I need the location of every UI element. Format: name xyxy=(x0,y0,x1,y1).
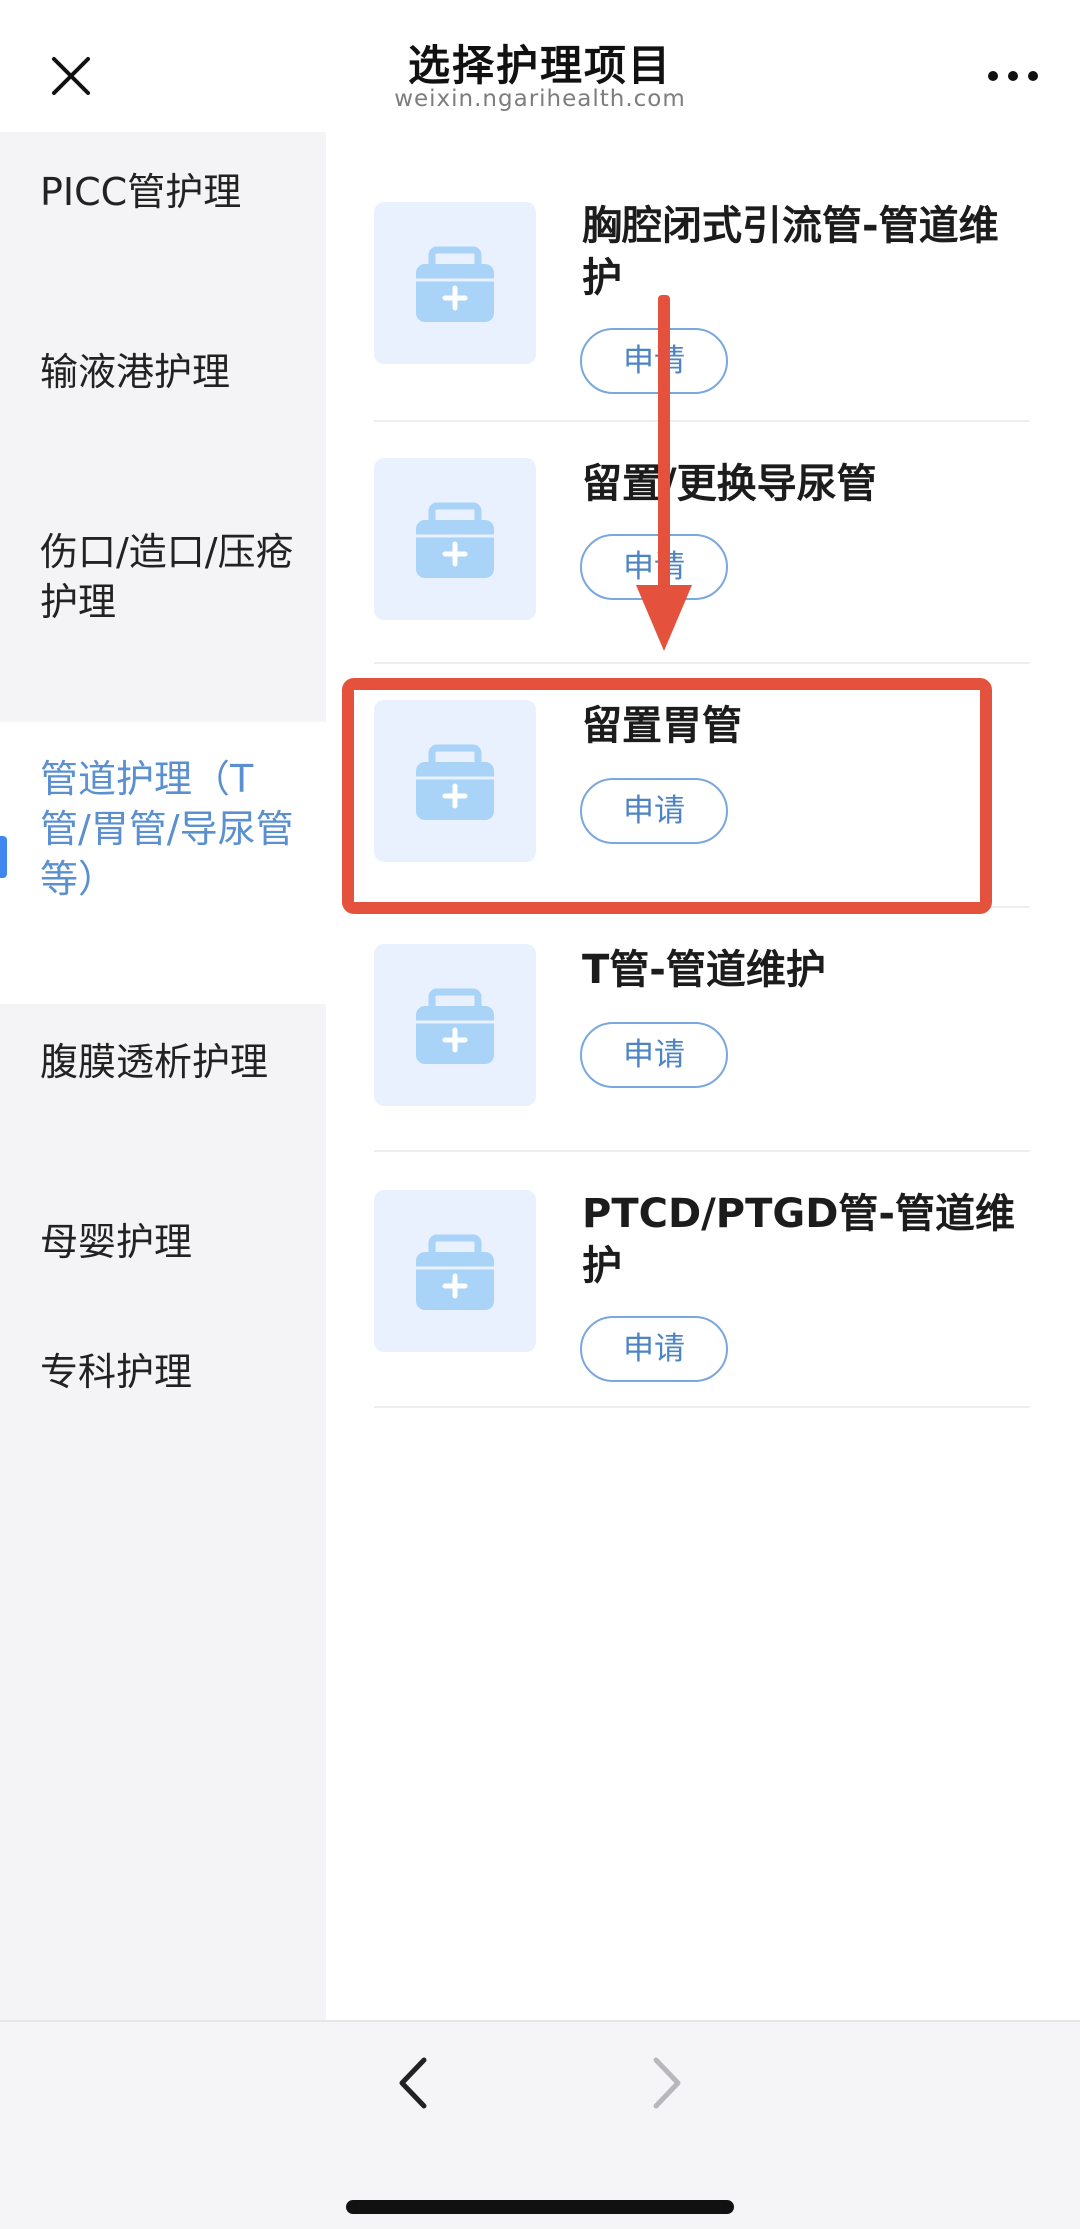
item-thumbnail xyxy=(374,202,536,364)
divider xyxy=(374,1150,1030,1152)
apply-button[interactable]: 申请 xyxy=(580,328,728,394)
sidebar-item-specialty[interactable]: 专科护理 xyxy=(0,1347,326,1397)
item-title: T管-管道维护 xyxy=(582,947,826,993)
divider xyxy=(374,906,1030,908)
apply-button[interactable]: 申请 xyxy=(580,778,728,844)
top-nav-bar: 选择护理项目 weixin.ngarihealth.com xyxy=(0,0,1080,132)
medical-kit-icon xyxy=(416,1234,494,1310)
home-indicator xyxy=(346,2200,734,2214)
chevron-right-icon xyxy=(653,2057,681,2109)
apply-button[interactable]: 申请 xyxy=(580,534,728,600)
apply-button[interactable]: 申请 xyxy=(580,1022,728,1088)
divider xyxy=(374,420,1030,422)
medical-kit-icon xyxy=(416,988,494,1064)
divider xyxy=(374,662,1030,664)
bottom-nav-bar xyxy=(0,2020,1080,2229)
medical-kit-icon xyxy=(416,502,494,578)
list-item[interactable]: T管-管道维护 申请 xyxy=(374,944,1030,1109)
sidebar-item-port[interactable]: 输液港护理 xyxy=(0,347,326,397)
back-button[interactable] xyxy=(388,2052,438,2114)
item-thumbnail xyxy=(374,700,536,862)
apply-button[interactable]: 申请 xyxy=(580,1316,728,1382)
sidebar-item-dialysis[interactable]: 腹膜透析护理 xyxy=(0,1037,326,1087)
sidebar-item-picc[interactable]: PICC管护理 xyxy=(0,167,326,217)
active-indicator xyxy=(0,836,7,878)
item-thumbnail xyxy=(374,458,536,620)
item-title: 胸腔闭式引流管-管道维护 xyxy=(582,203,999,301)
page-title: 选择护理项目 xyxy=(407,41,672,90)
more-dots-icon xyxy=(988,71,1038,81)
item-title: 留置胃管 xyxy=(582,703,742,749)
item-thumbnail xyxy=(374,944,536,1106)
page-domain: weixin.ngarihealth.com xyxy=(394,86,686,112)
more-button[interactable] xyxy=(982,54,1044,98)
list-item[interactable]: 胸腔闭式引流管-管道维护 申请 xyxy=(374,200,1030,405)
sidebar-item-tube[interactable]: 管道护理（T管/胃管/导尿管等） xyxy=(0,722,326,1004)
forward-button[interactable] xyxy=(642,2052,692,2114)
medical-kit-icon xyxy=(416,246,494,322)
medical-kit-icon xyxy=(416,744,494,820)
sidebar-item-maternal[interactable]: 母婴护理 xyxy=(0,1217,326,1267)
divider xyxy=(374,1406,1030,1408)
item-title: PTCD/PTGD管-管道维护 xyxy=(582,1191,1016,1289)
list-item[interactable]: PTCD/PTGD管-管道维护 申请 xyxy=(374,1188,1030,1393)
chevron-left-icon xyxy=(399,2057,427,2109)
category-sidebar: PICC管护理 输液港护理 伤口/造口/压疮护理 管道护理（T管/胃管/导尿管等… xyxy=(0,132,326,2020)
item-thumbnail xyxy=(374,1190,536,1352)
sidebar-item-wound[interactable]: 伤口/造口/压疮护理 xyxy=(0,527,326,627)
list-item[interactable]: 留置胃管 申请 xyxy=(374,700,1030,865)
item-title: 留置/更换导尿管 xyxy=(582,461,877,507)
list-item[interactable]: 留置/更换导尿管 申请 xyxy=(374,458,1030,623)
